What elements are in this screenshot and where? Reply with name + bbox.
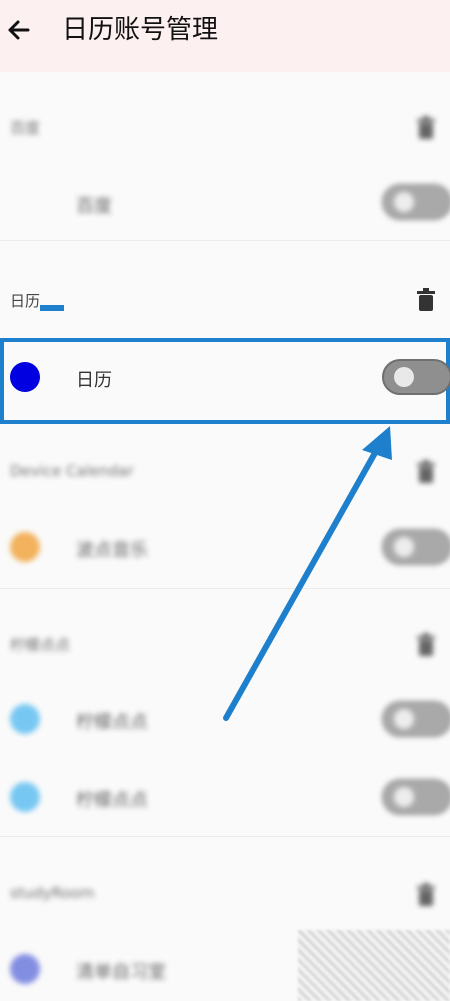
trash-icon[interactable] — [416, 116, 436, 140]
divider — [0, 240, 450, 241]
divider — [0, 836, 450, 837]
sync-toggle[interactable] — [382, 359, 450, 395]
sync-toggle[interactable] — [382, 701, 450, 737]
calendar-color-dot — [10, 704, 40, 734]
page-title: 日历账号管理 — [62, 15, 219, 45]
sync-toggle[interactable] — [382, 184, 450, 220]
app-bar: 日历账号管理 — [0, 0, 450, 72]
sync-toggle[interactable] — [382, 529, 450, 565]
calendar-row-label: 柠檬点点 — [76, 790, 148, 811]
section-label: 柠檬点点 — [10, 636, 71, 654]
divider — [0, 588, 450, 589]
calendar-color-dot — [10, 362, 40, 392]
section-label: 日历 — [10, 292, 41, 310]
calendar-row-label: 日历 — [76, 370, 112, 391]
sync-toggle[interactable] — [382, 779, 450, 815]
section-label: 百度 — [10, 119, 41, 137]
annotation-arrow — [223, 426, 392, 721]
annotation-dash — [40, 305, 64, 311]
calendar-color-dot — [10, 954, 40, 984]
section-label: Device Calendar — [10, 462, 134, 480]
toggle-knob — [394, 367, 414, 387]
toggle-knob — [394, 709, 414, 729]
trash-icon[interactable] — [416, 288, 436, 312]
toggle-knob — [394, 787, 414, 807]
calendar-row-label: 波点音乐 — [76, 540, 148, 561]
trash-icon[interactable] — [416, 883, 436, 907]
section-label: studyRoom — [10, 884, 95, 902]
trash-icon[interactable] — [416, 633, 436, 657]
calendar-row-label: 柠檬点点 — [76, 712, 148, 733]
calendar-color-dot — [10, 782, 40, 812]
calendar-color-dot — [10, 532, 40, 562]
back-arrow-icon[interactable] — [4, 12, 32, 48]
trash-icon[interactable] — [416, 460, 436, 484]
calendar-row-label: 清单自习室 — [76, 962, 166, 983]
calendar-row-label: 百度 — [76, 196, 112, 217]
toggle-knob — [394, 192, 414, 212]
watermark — [298, 930, 450, 1001]
toggle-knob — [394, 537, 414, 557]
